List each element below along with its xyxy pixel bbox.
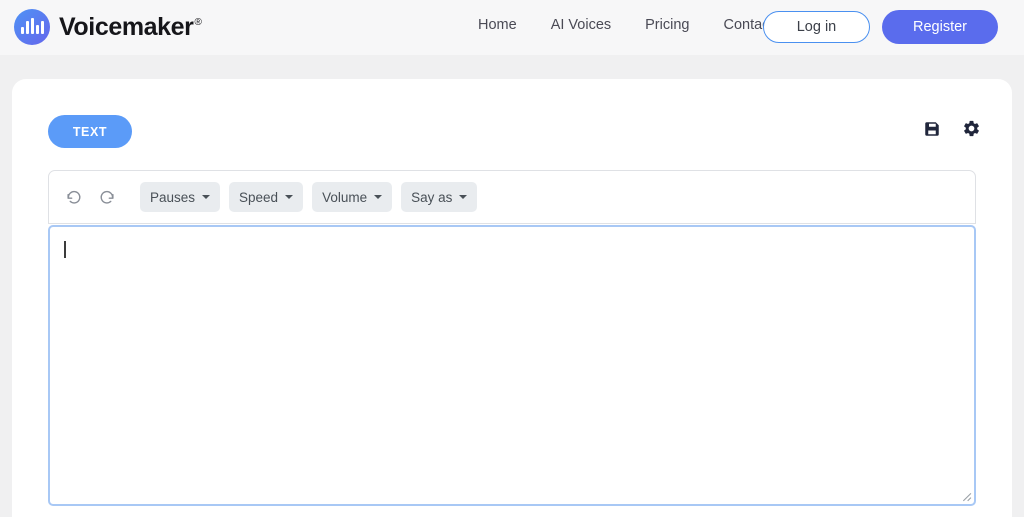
dropdown-volume[interactable]: Volume [312,182,393,212]
text-caret [64,241,66,258]
dropdown-speed-label: Speed [239,189,279,205]
register-button[interactable]: Register [882,10,998,44]
site-header: Voicemaker® Home AI Voices Pricing Conta… [0,0,1024,55]
dropdown-pauses-label: Pauses [150,189,196,205]
settings-button[interactable] [962,119,981,138]
nav-item-ai-voices[interactable]: AI Voices [551,17,611,33]
text-input[interactable] [50,227,974,504]
chevron-down-icon [202,195,211,199]
dropdown-say-as-label: Say as [411,189,453,205]
brand-name-text: Voicemaker [59,12,194,41]
settings-gear-icon [962,120,981,141]
dropdown-pauses[interactable]: Pauses [140,182,221,212]
undo-button[interactable] [63,187,86,208]
brand-logo[interactable]: Voicemaker® [14,9,202,45]
text-input-area[interactable] [48,225,976,506]
nav-item-home[interactable]: Home [478,17,517,33]
redo-button[interactable] [95,187,118,208]
redo-icon [98,190,115,209]
main-card: TEXT Pauses Speed Volume Say as [12,79,1012,517]
waveform-logo-icon [14,9,50,45]
chevron-down-icon [374,195,383,199]
card-action-icons [923,119,981,138]
save-icon [923,121,941,141]
dropdown-say-as[interactable]: Say as [401,182,478,212]
undo-icon [66,190,83,209]
chevron-down-icon [285,195,294,199]
dropdown-speed[interactable]: Speed [229,182,304,212]
editor-toolbar: Pauses Speed Volume Say as [48,170,976,224]
chevron-down-icon [459,195,468,199]
login-button[interactable]: Log in [763,11,870,43]
tab-text[interactable]: TEXT [48,115,132,148]
nav-item-pricing[interactable]: Pricing [645,17,689,33]
save-button[interactable] [923,120,941,138]
text-editor: Pauses Speed Volume Say as [48,170,976,506]
main-navigation: Home AI Voices Pricing Contact [478,17,773,33]
brand-name: Voicemaker® [59,12,202,42]
registered-mark: ® [194,17,202,29]
dropdown-volume-label: Volume [322,189,368,205]
